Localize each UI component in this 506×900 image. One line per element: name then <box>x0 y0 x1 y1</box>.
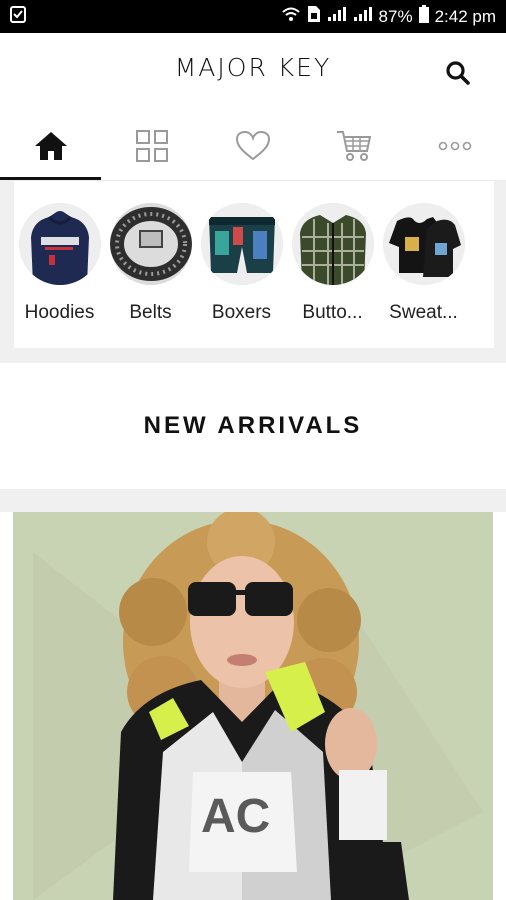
cart-icon <box>335 129 373 168</box>
tab-wishlist[interactable] <box>202 115 303 181</box>
hoodie-thumbnail <box>18 203 101 285</box>
category-item-button-ups[interactable]: Butto... <box>287 181 378 348</box>
status-time: 2:42 pm <box>434 6 496 26</box>
tab-more[interactable] <box>405 115 506 181</box>
button-up-thumbnail <box>291 203 374 285</box>
wifi-icon <box>281 6 301 27</box>
svg-text:AC: AC <box>201 790 270 843</box>
hero-banner-image[interactable]: AC <box>13 512 493 900</box>
belt-thumbnail <box>109 203 192 285</box>
tab-categories[interactable] <box>101 115 202 181</box>
sweatshirt-thumbnail <box>382 203 465 285</box>
category-item-hoodies[interactable]: Hoodies <box>14 181 105 348</box>
tab-bar <box>0 115 506 181</box>
tab-cart[interactable] <box>304 115 405 181</box>
battery-percent: 87% <box>378 6 413 26</box>
category-label: Belts <box>129 302 172 323</box>
category-section: Hoodies Belts Boxers Butto... Sweat... <box>0 181 506 363</box>
category-item-sweatshirts[interactable]: Sweat... <box>378 181 469 348</box>
sim-icon <box>307 5 321 28</box>
tab-home[interactable] <box>0 115 102 181</box>
search-button[interactable] <box>444 60 472 91</box>
app-header: MAJOR KEY <box>0 33 506 115</box>
home-icon <box>33 130 69 167</box>
battery-icon <box>418 5 429 28</box>
category-label: Boxers <box>211 302 272 323</box>
category-item-boxers[interactable]: Boxers <box>196 181 287 348</box>
boxers-thumbnail <box>200 203 283 285</box>
hero-banner-wrap: AC <box>0 512 506 900</box>
section-title: NEW ARRIVALS <box>143 412 363 439</box>
grid-icon <box>135 129 169 168</box>
search-icon <box>445 60 471 91</box>
signal-icon <box>327 6 347 27</box>
category-carousel[interactable]: Hoodies Belts Boxers Butto... Sweat... <box>14 181 494 348</box>
section-divider <box>0 489 506 512</box>
heart-icon <box>235 130 271 167</box>
category-label: Hoodies <box>24 302 95 323</box>
brand-logo[interactable]: MAJOR KEY <box>0 53 506 82</box>
new-arrivals-section: NEW ARRIVALS <box>0 363 506 489</box>
category-label: Sweat... <box>389 302 458 323</box>
category-item-belts[interactable]: Belts <box>105 181 196 348</box>
category-label: Butto... <box>302 302 363 323</box>
checklist-notification-icon <box>10 5 26 28</box>
status-bar: 87% 2:42 pm <box>0 0 506 33</box>
signal-icon-2 <box>353 6 373 27</box>
more-icon <box>438 139 472 157</box>
